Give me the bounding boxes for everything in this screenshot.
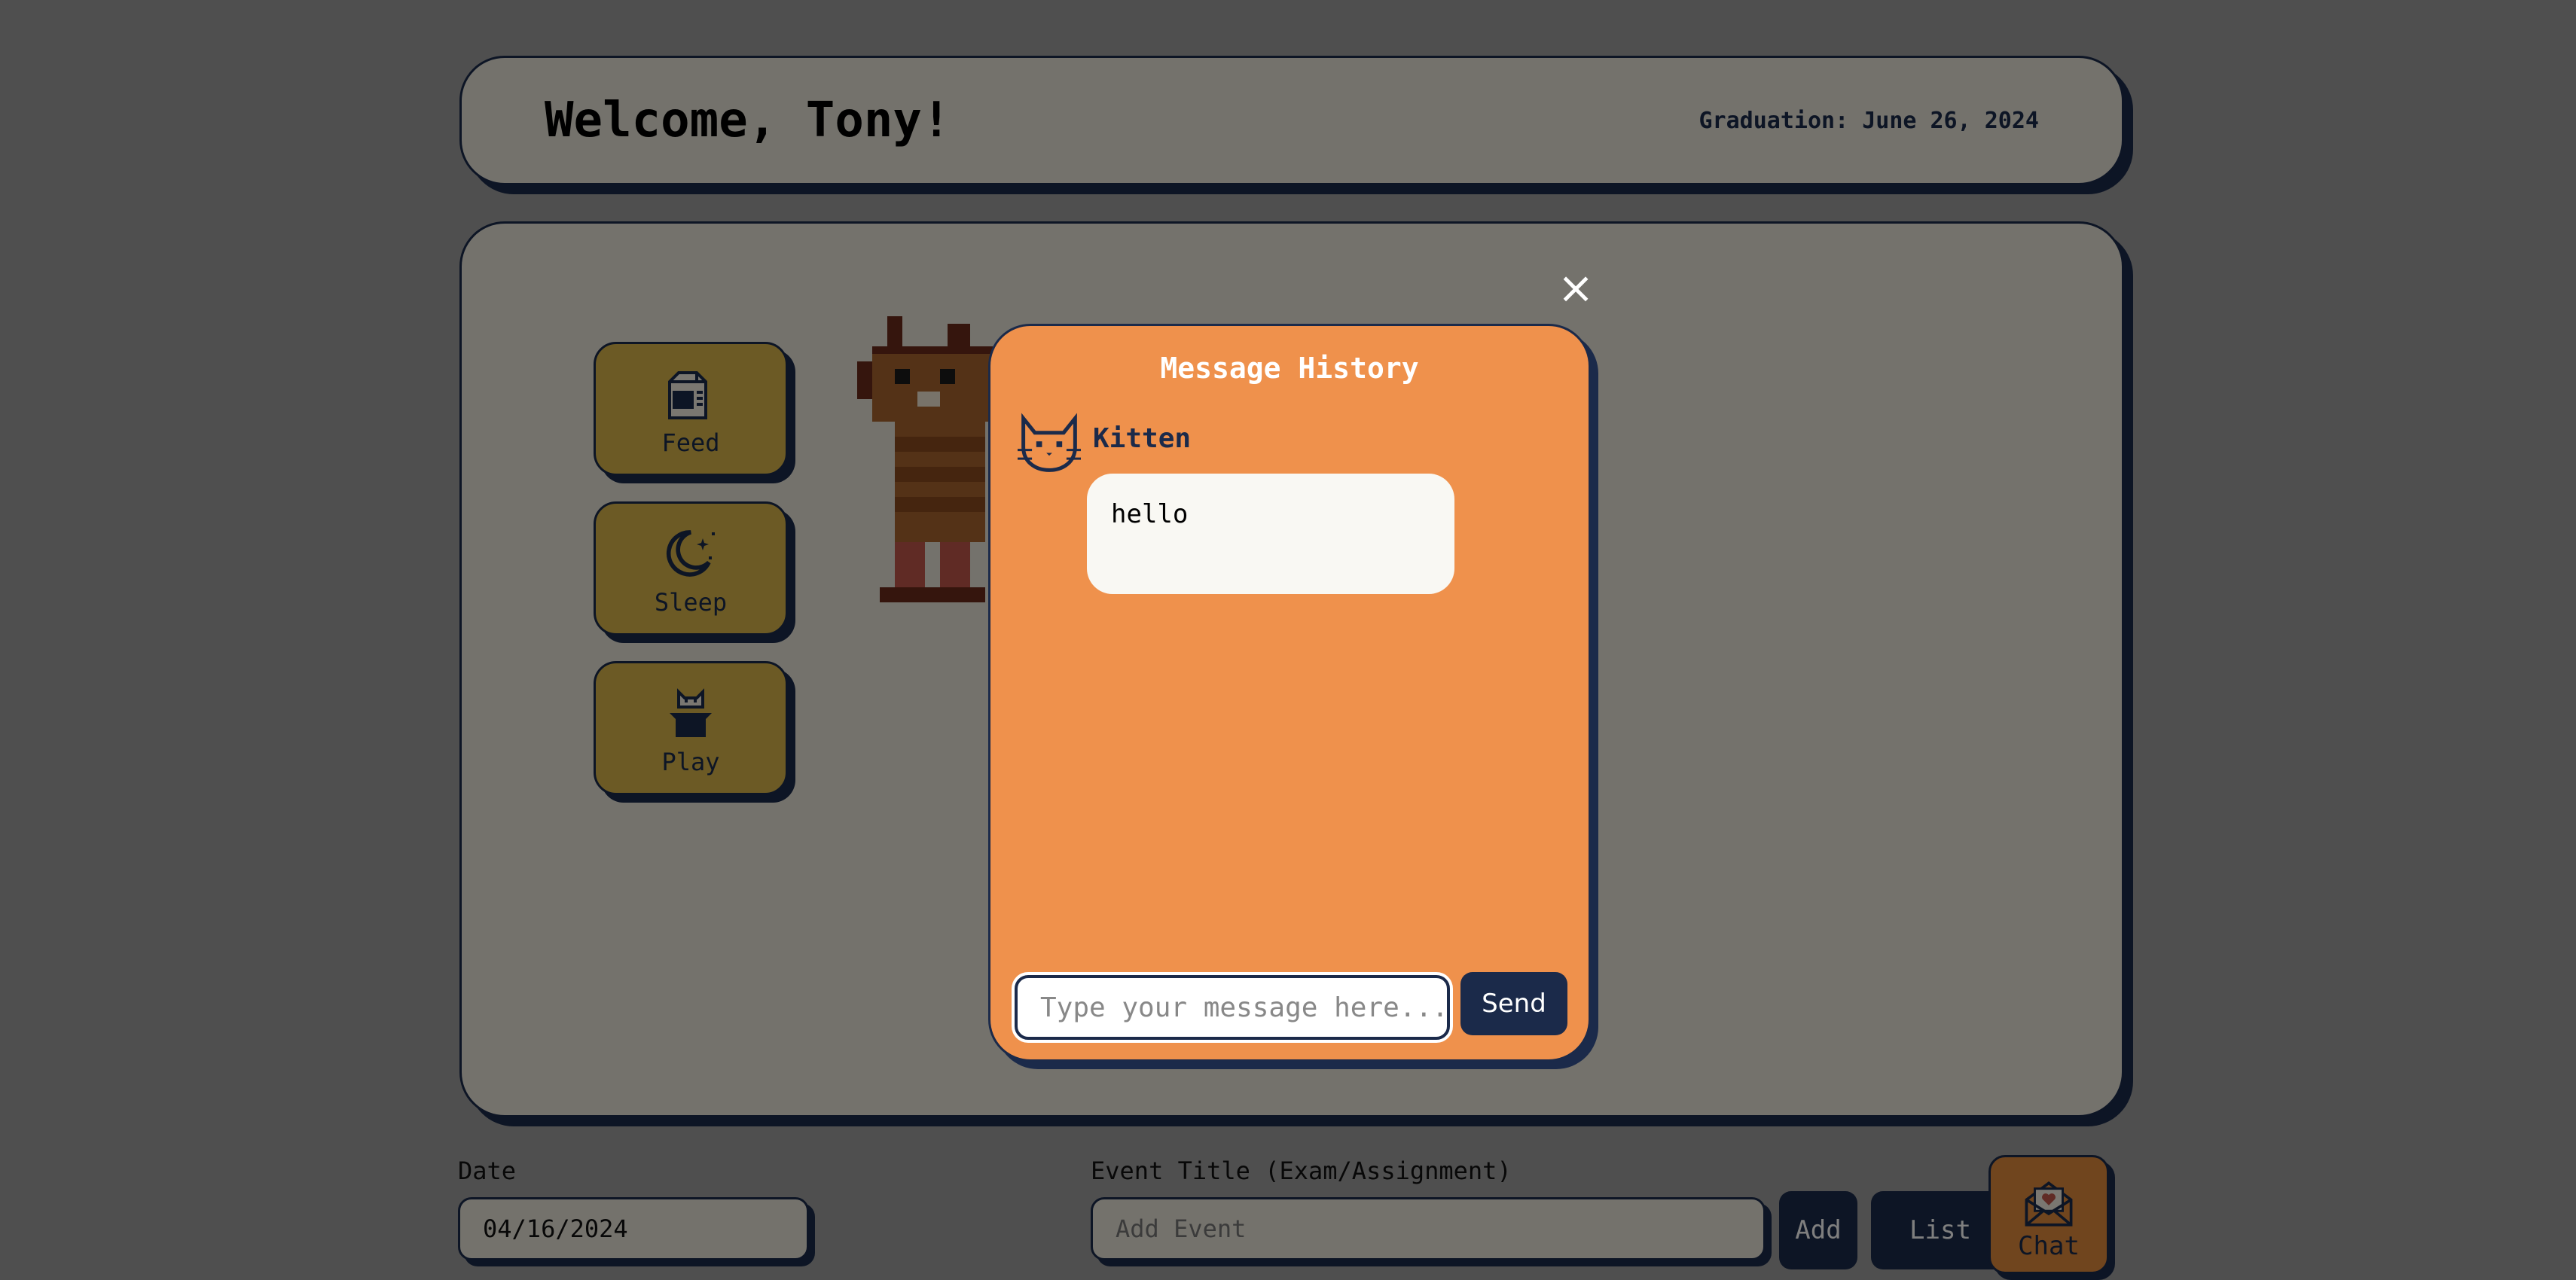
send-button[interactable]: Send (1460, 972, 1567, 1035)
message-bubble: hello (1087, 474, 1454, 594)
sender-name: Kitten (1093, 422, 1192, 454)
cat-face-icon (1018, 413, 1081, 472)
modal-title: Message History (1160, 352, 1419, 385)
message-input[interactable] (1015, 975, 1450, 1040)
message-sender: Kitten (1015, 410, 1191, 478)
close-modal-button[interactable]: × (1556, 265, 1595, 310)
message-history-modal: Message History Kitten hello Send (988, 324, 1591, 1062)
